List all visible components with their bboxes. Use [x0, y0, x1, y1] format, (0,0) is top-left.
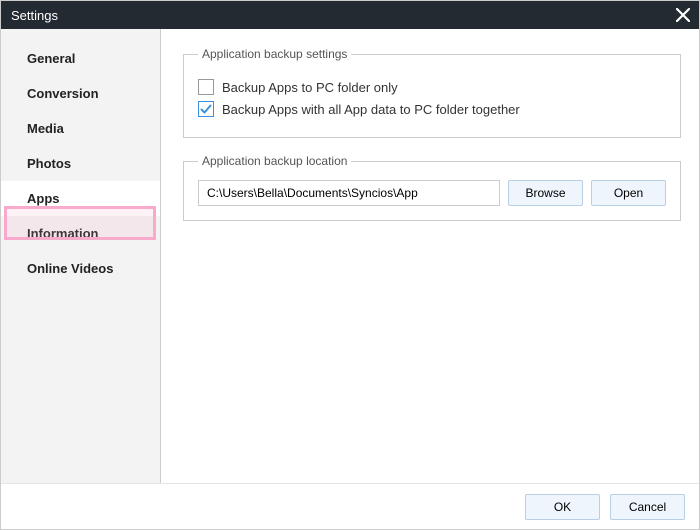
sidebar-item-general[interactable]: General: [1, 41, 160, 76]
browse-button[interactable]: Browse: [508, 180, 583, 206]
checkbox-folder-only[interactable]: [198, 79, 214, 95]
option-with-data-label: Backup Apps with all App data to PC fold…: [222, 102, 520, 117]
sidebar-item-label: Media: [27, 121, 64, 136]
titlebar: Settings: [1, 1, 699, 29]
sidebar-item-label: General: [27, 51, 75, 66]
sidebar-item-label: Online Videos: [27, 261, 113, 276]
option-folder-only-label: Backup Apps to PC folder only: [222, 80, 398, 95]
content-panel: Application backup settings Backup Apps …: [161, 29, 699, 483]
sidebar-item-media[interactable]: Media: [1, 111, 160, 146]
sidebar-item-conversion[interactable]: Conversion: [1, 76, 160, 111]
backup-settings-legend: Application backup settings: [198, 47, 351, 61]
sidebar-item-apps[interactable]: Apps: [1, 181, 160, 216]
dialog-footer: OK Cancel: [1, 483, 699, 529]
settings-dialog: Settings General Conversion Media Photos…: [0, 0, 700, 530]
backup-location-group: Application backup location Browse Open: [183, 154, 681, 221]
cancel-button[interactable]: Cancel: [610, 494, 685, 520]
backup-settings-group: Application backup settings Backup Apps …: [183, 47, 681, 138]
ok-button[interactable]: OK: [525, 494, 600, 520]
sidebar-item-information[interactable]: Information: [1, 216, 160, 251]
sidebar-item-label: Photos: [27, 156, 71, 171]
sidebar-item-label: Conversion: [27, 86, 99, 101]
sidebar-item-photos[interactable]: Photos: [1, 146, 160, 181]
sidebar-item-online-videos[interactable]: Online Videos: [1, 251, 160, 286]
open-button[interactable]: Open: [591, 180, 666, 206]
sidebar: General Conversion Media Photos Apps Inf…: [1, 29, 161, 483]
window-title: Settings: [11, 8, 58, 23]
option-with-data-row: Backup Apps with all App data to PC fold…: [198, 101, 666, 117]
backup-path-input[interactable]: [198, 180, 500, 206]
close-icon[interactable]: [675, 7, 691, 23]
sidebar-item-label: Information: [27, 226, 99, 241]
option-folder-only-row: Backup Apps to PC folder only: [198, 79, 666, 95]
dialog-body: General Conversion Media Photos Apps Inf…: [1, 29, 699, 483]
sidebar-item-label: Apps: [27, 191, 60, 206]
backup-location-legend: Application backup location: [198, 154, 351, 168]
checkbox-with-data[interactable]: [198, 101, 214, 117]
location-row: Browse Open: [198, 180, 666, 206]
